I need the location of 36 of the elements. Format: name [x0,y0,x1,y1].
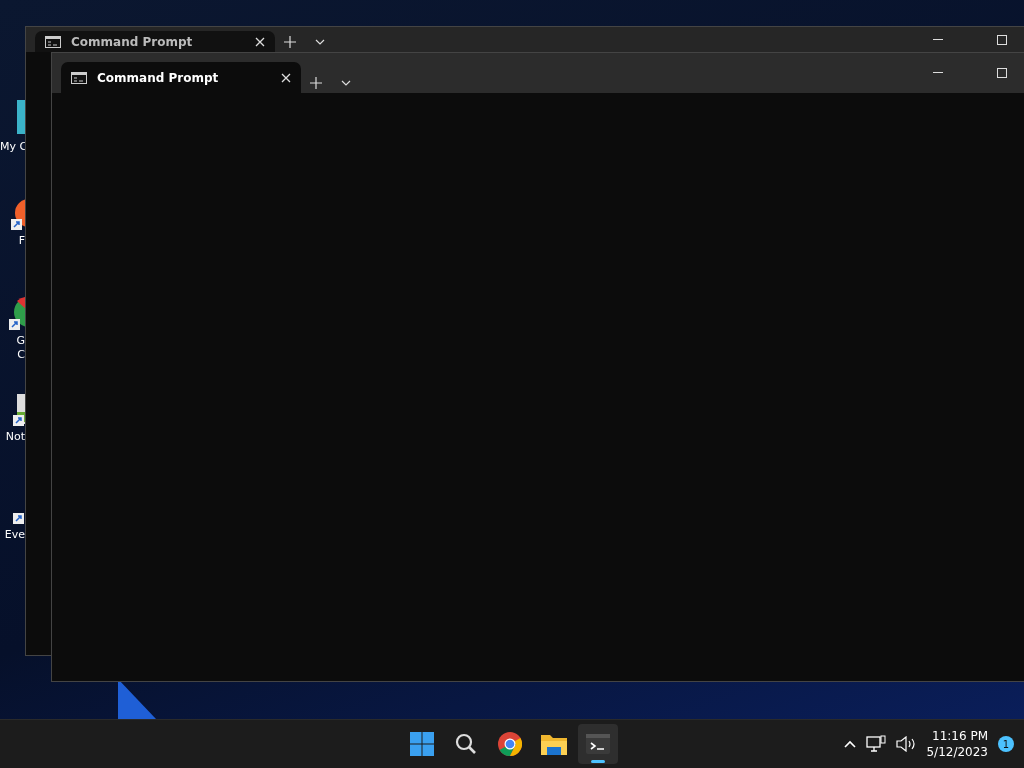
terminal-icon [586,734,610,754]
clock-time[interactable]: 11:16 PM [932,728,988,744]
volume-icon[interactable] [896,736,917,752]
wallpaper-shape [118,679,156,719]
folder-icon [541,733,567,755]
chevron-up-icon[interactable] [844,740,857,748]
icon-label: F [17,234,25,248]
folder-icon [17,100,25,134]
browser-icon [498,732,522,756]
icon-label: Eve [3,528,25,542]
tab-title: Command Prompt [71,34,194,49]
minimize-icon [933,72,943,74]
search-icon [455,733,477,755]
taskbar-app-button[interactable] [578,724,618,764]
icon-label: Not [4,430,25,444]
tab[interactable]: Command Prompt [35,31,275,52]
minimize-icon [933,38,943,41]
clock-date[interactable]: 5/12/2023 [926,744,988,760]
network-icon[interactable] [866,735,887,753]
chevron-down-icon [341,80,351,86]
close-icon[interactable] [255,36,265,47]
tab[interactable]: Command Prompt [61,62,301,93]
icon-label: G [15,334,25,348]
console-icon [71,71,87,84]
tab-title: Command Prompt [97,70,220,85]
plus-icon [284,36,296,48]
maximize-icon [997,68,1007,78]
active-indicator [591,760,605,763]
close-icon[interactable] [281,72,291,83]
plus-icon [310,77,322,89]
console-icon [45,35,61,48]
chevron-down-icon [315,39,325,45]
start-icon [410,732,434,756]
notification-badge[interactable]: 1 [998,736,1014,752]
icon-label: C [16,348,25,362]
maximize-icon [997,34,1007,45]
